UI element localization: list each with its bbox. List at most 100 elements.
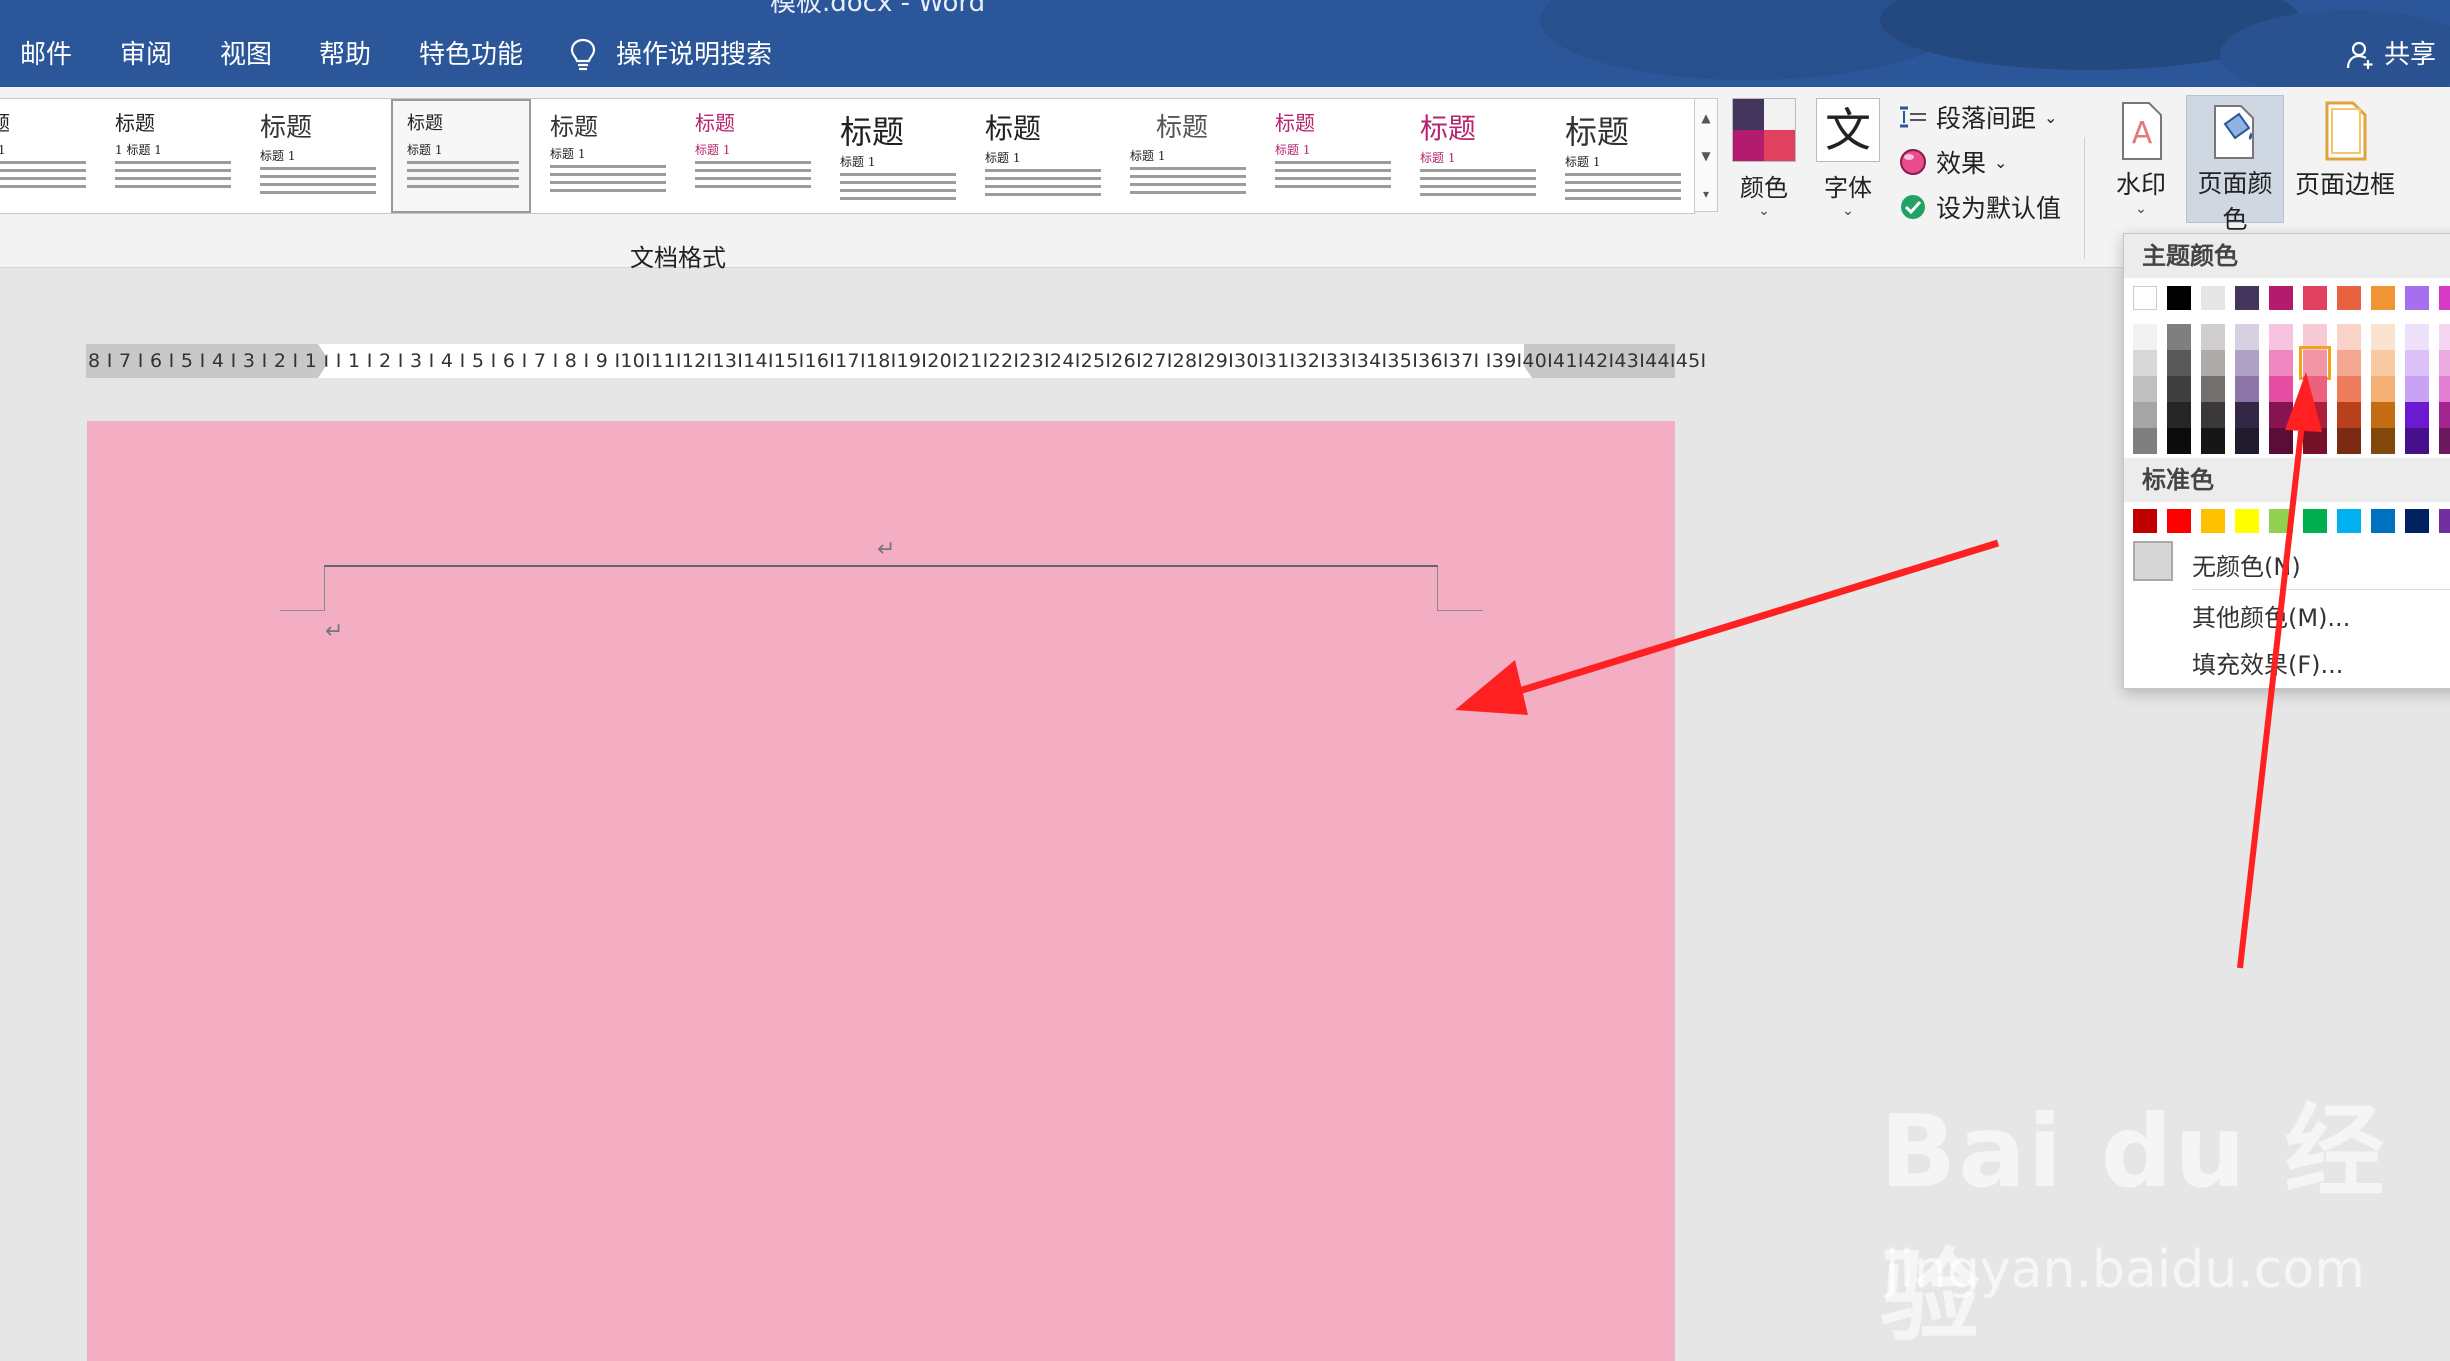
standard-color-swatch[interactable]	[2167, 509, 2191, 533]
page-border-button[interactable]: 页面边框	[2290, 95, 2400, 201]
theme-shade-swatch[interactable]	[2303, 324, 2327, 350]
gallery-scroll[interactable]: ▲ ▼ ▾	[1694, 98, 1718, 212]
style-set-12[interactable]: 标题 标题 1	[1551, 99, 1691, 213]
standard-color-swatch[interactable]	[2337, 509, 2361, 533]
theme-shade-swatch[interactable]	[2371, 376, 2395, 402]
theme-shade-swatch[interactable]	[2337, 402, 2361, 428]
theme-shade-swatch[interactable]	[2269, 402, 2293, 428]
theme-shade-swatch[interactable]	[2439, 324, 2450, 350]
standard-color-swatch[interactable]	[2303, 509, 2327, 533]
tab-special-features[interactable]: 特色功能	[419, 37, 523, 73]
theme-shade-swatch[interactable]	[2167, 428, 2191, 454]
theme-shade-swatch[interactable]	[2439, 376, 2450, 402]
style-set-5[interactable]: 标题 标题 1	[536, 99, 676, 213]
theme-shade-swatch[interactable]	[2201, 350, 2225, 376]
theme-color-swatch[interactable]	[2405, 286, 2429, 310]
standard-color-swatch[interactable]	[2235, 509, 2259, 533]
gallery-more-icon[interactable]: ▾	[1695, 175, 1717, 213]
theme-color-swatch[interactable]	[2133, 286, 2157, 310]
theme-shade-swatch[interactable]	[2133, 324, 2157, 350]
theme-shade-swatch[interactable]	[2269, 376, 2293, 402]
theme-shade-swatch[interactable]	[2337, 350, 2361, 376]
theme-shade-swatch[interactable]	[2201, 324, 2225, 350]
theme-color-swatch[interactable]	[2235, 286, 2259, 310]
theme-shade-swatch[interactable]	[2167, 402, 2191, 428]
effects-button[interactable]: 效果 ⌄	[1898, 144, 2007, 180]
theme-color-swatch[interactable]	[2269, 286, 2293, 310]
set-as-default-button[interactable]: 设为默认值	[1898, 189, 2061, 225]
theme-shade-swatch[interactable]	[2235, 350, 2259, 376]
theme-shade-swatch[interactable]	[2405, 402, 2429, 428]
theme-shade-swatch[interactable]	[2133, 428, 2157, 454]
standard-color-swatch[interactable]	[2371, 509, 2395, 533]
theme-shade-swatch[interactable]	[2303, 376, 2327, 402]
theme-shade-swatch[interactable]	[2235, 376, 2259, 402]
right-indent-marker[interactable]	[1516, 366, 1532, 378]
tab-view[interactable]: 视图	[220, 37, 272, 73]
gallery-up-icon[interactable]: ▲	[1695, 99, 1717, 137]
tell-me-search[interactable]: 操作说明搜索	[570, 37, 772, 73]
style-set-8[interactable]: 标题 标题 1	[971, 99, 1111, 213]
watermark-button[interactable]: A 水印 ⌄	[2108, 95, 2174, 217]
standard-color-swatch[interactable]	[2201, 509, 2225, 533]
theme-shade-swatch[interactable]	[2303, 402, 2327, 428]
theme-color-swatch[interactable]	[2167, 286, 2191, 310]
theme-shade-swatch[interactable]	[2371, 324, 2395, 350]
tab-mailings[interactable]: 邮件	[20, 37, 72, 73]
theme-shade-swatch[interactable]	[2405, 428, 2429, 454]
theme-shade-swatch[interactable]	[2337, 324, 2361, 350]
hanging-indent-marker[interactable]	[318, 366, 334, 378]
theme-shade-swatch[interactable]	[2201, 402, 2225, 428]
theme-colors-button[interactable]: 颜色 ⌄	[1730, 98, 1798, 219]
theme-shade-swatch[interactable]	[2337, 428, 2361, 454]
first-line-indent-marker[interactable]	[318, 344, 334, 356]
theme-shade-swatch[interactable]	[2167, 324, 2191, 350]
theme-shade-swatch[interactable]	[2167, 350, 2191, 376]
theme-shade-swatch[interactable]	[2235, 428, 2259, 454]
theme-shade-swatch[interactable]	[2439, 428, 2450, 454]
style-set-7[interactable]: 标题 标题 1	[826, 99, 966, 213]
style-set-9[interactable]: 标题 标题 1	[1116, 99, 1256, 213]
more-colors-option[interactable]: 其他颜色(M)...	[2192, 598, 2350, 633]
tab-review[interactable]: 审阅	[120, 37, 172, 73]
theme-shade-swatch[interactable]	[2269, 428, 2293, 454]
theme-color-swatch[interactable]	[2439, 286, 2450, 310]
style-set-10[interactable]: 标题 标题 1	[1261, 99, 1401, 213]
theme-fonts-button[interactable]: 文 字体 ⌄	[1814, 98, 1882, 219]
theme-shade-swatch[interactable]	[2201, 376, 2225, 402]
horizontal-ruler[interactable]: 8 I 7 I 6 I 5 I 4 I 3 I 2 I 1 I I 1 I 2 …	[86, 344, 1706, 378]
style-set-6[interactable]: 标题 标题 1	[681, 99, 821, 213]
theme-shade-swatch[interactable]	[2133, 402, 2157, 428]
theme-shade-swatch[interactable]	[2133, 350, 2157, 376]
theme-color-swatch[interactable]	[2337, 286, 2361, 310]
theme-shade-swatch[interactable]	[2167, 376, 2191, 402]
gallery-down-icon[interactable]: ▼	[1695, 137, 1717, 175]
standard-color-swatch[interactable]	[2133, 509, 2157, 533]
theme-shade-swatch[interactable]	[2133, 376, 2157, 402]
theme-shade-swatch[interactable]	[2235, 324, 2259, 350]
theme-shade-swatch[interactable]	[2299, 346, 2331, 380]
theme-shade-swatch[interactable]	[2337, 376, 2361, 402]
theme-shade-swatch[interactable]	[2235, 402, 2259, 428]
share-button[interactable]: 共享	[2346, 37, 2436, 73]
style-set-11[interactable]: 标题 标题 1	[1406, 99, 1546, 213]
theme-shade-swatch[interactable]	[2269, 324, 2293, 350]
style-set-3[interactable]: 标题 标题 1	[246, 99, 386, 213]
standard-color-swatch[interactable]	[2405, 509, 2429, 533]
theme-shade-swatch[interactable]	[2439, 350, 2450, 376]
paragraph-spacing-button[interactable]: 段落间距 ⌄	[1898, 99, 2057, 135]
theme-color-swatch[interactable]	[2371, 286, 2395, 310]
standard-color-swatch[interactable]	[2439, 509, 2450, 533]
theme-shade-swatch[interactable]	[2405, 324, 2429, 350]
document-page[interactable]: ↵ ↵	[87, 421, 1675, 1361]
theme-shade-swatch[interactable]	[2405, 376, 2429, 402]
standard-color-swatch[interactable]	[2269, 509, 2293, 533]
page-color-button[interactable]: 页面颜色 ⌄	[2186, 95, 2284, 252]
theme-color-swatch[interactable]	[2201, 286, 2225, 310]
fill-effects-option[interactable]: 填充效果(F)...	[2192, 645, 2343, 680]
style-set-2[interactable]: 标题 1 标题 1	[101, 99, 241, 213]
style-set-1[interactable]: 标题标题 1	[0, 99, 96, 213]
style-set-4[interactable]: 标题 标题 1	[391, 99, 531, 213]
theme-shade-swatch[interactable]	[2371, 428, 2395, 454]
theme-shade-swatch[interactable]	[2269, 350, 2293, 376]
